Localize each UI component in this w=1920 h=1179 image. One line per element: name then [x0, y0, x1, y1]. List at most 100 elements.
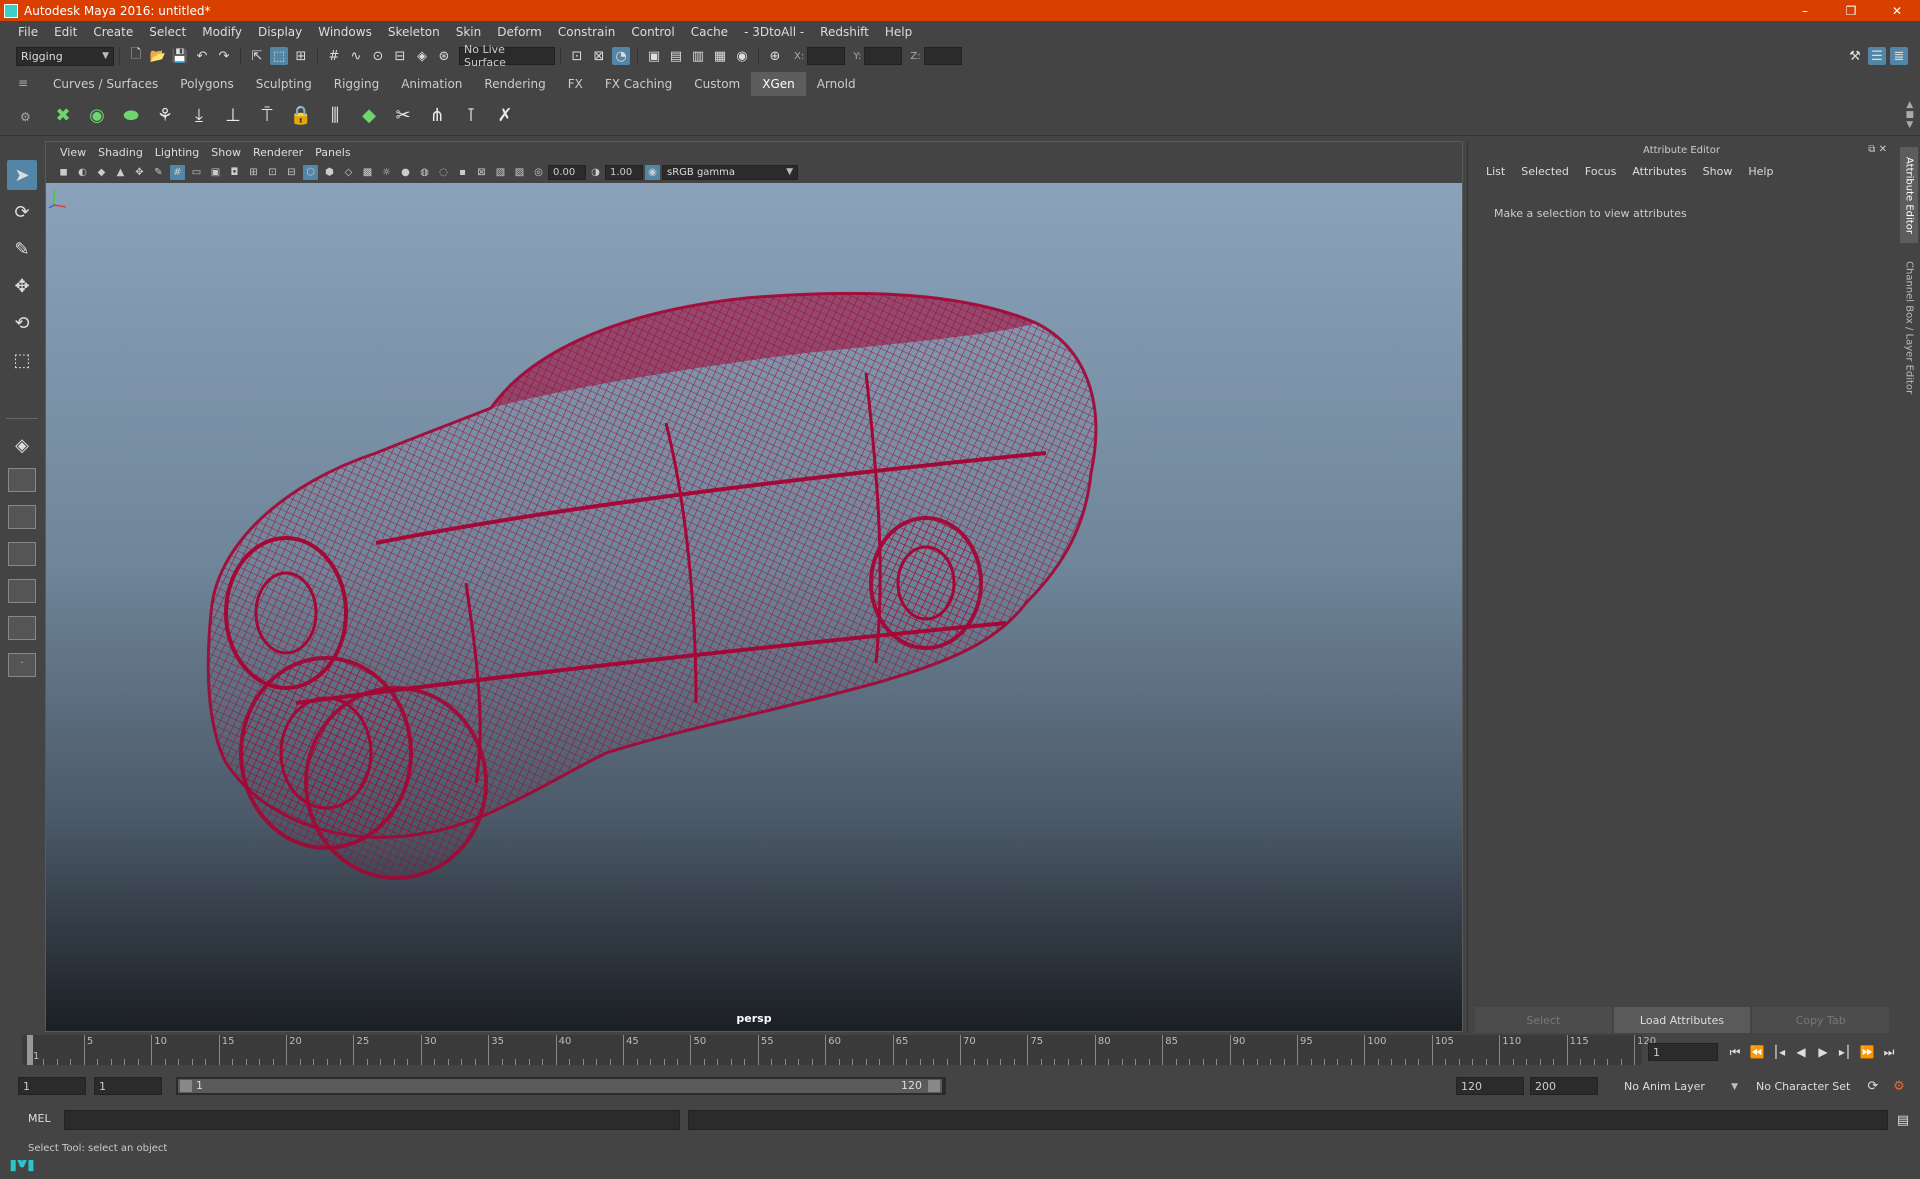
xgen-guide-plus-icon[interactable]: ⊥ — [218, 100, 248, 130]
paint-select-tool-icon[interactable]: ✎ — [7, 234, 37, 264]
current-time-indicator[interactable] — [27, 1035, 33, 1065]
anti-aliasing-icon[interactable]: ▪ — [455, 165, 470, 180]
viewport-menu-view[interactable]: View — [54, 146, 92, 159]
output-ops-icon[interactable]: ⊠ — [590, 47, 608, 65]
menu-windows[interactable]: Windows — [310, 25, 380, 39]
live-surface-field[interactable]: No Live Surface — [459, 43, 555, 69]
close-button[interactable]: ✕ — [1874, 0, 1920, 21]
isolate-select-icon[interactable]: ⊠ — [474, 165, 489, 180]
menu-3dtoall[interactable]: - 3DtoAll - — [736, 25, 812, 39]
xgen-sculpt-guide-icon[interactable]: ⍑ — [252, 100, 282, 130]
xgen-preview-icon[interactable]: ◉ — [82, 100, 112, 130]
grid-icon[interactable]: # — [170, 164, 185, 180]
menu-cache[interactable]: Cache — [683, 25, 736, 39]
xray-icon[interactable]: ▧ — [493, 165, 508, 180]
safe-action-icon[interactable]: ⊡ — [265, 165, 280, 180]
copy-tab-button[interactable]: Copy Tab — [1752, 1007, 1890, 1033]
ae-menu-focus[interactable]: Focus — [1577, 165, 1624, 178]
menu-control[interactable]: Control — [623, 25, 682, 39]
shelf-tab-sculpting[interactable]: Sculpting — [245, 72, 323, 96]
start-time-field[interactable]: 1 — [18, 1077, 86, 1095]
channel-box-toggle-icon[interactable]: ≣ — [1890, 47, 1908, 65]
character-set-dropdown[interactable]: No Character Set — [1752, 1077, 1868, 1096]
step-back-key-icon[interactable]: ⎮◂ — [1768, 1043, 1790, 1061]
save-scene-icon[interactable]: 💾 — [171, 47, 189, 65]
exposure-field[interactable]: 0.00 — [548, 164, 586, 180]
step-back-frame-icon[interactable]: ⏪ — [1746, 1043, 1768, 1061]
image-plane-icon[interactable]: ▲ — [113, 165, 128, 180]
load-attributes-button[interactable]: Load Attributes — [1613, 1007, 1751, 1033]
viewport-menu-renderer[interactable]: Renderer — [247, 146, 309, 159]
rotate-tool-icon[interactable]: ⟲ — [7, 308, 37, 338]
exposure-icon[interactable]: ◎ — [531, 165, 546, 180]
time-slider-track[interactable]: 1 5 10 15 20 25 30 35 40 45 50 55 60 65 70 75 80 85 90 95 10… — [22, 1035, 1656, 1065]
smooth-shade-icon[interactable]: ⬢ — [322, 165, 337, 180]
xgen-guide-comb-icon[interactable]: ⫼ — [320, 100, 350, 130]
snap-surface-icon[interactable]: ◈ — [413, 47, 431, 65]
restore-button[interactable]: ❐ — [1828, 0, 1874, 21]
step-forward-frame-icon[interactable]: ⏩ — [1856, 1043, 1878, 1061]
gate-mask-icon[interactable]: ◘ — [227, 165, 242, 180]
select-by-component-icon[interactable]: ⊞ — [292, 47, 310, 65]
xgen-delete-icon[interactable]: ✗ — [490, 100, 520, 130]
menu-deform[interactable]: Deform — [489, 25, 550, 39]
layout-four-view-icon[interactable] — [8, 468, 36, 492]
undo-icon[interactable]: ↶ — [193, 47, 211, 65]
wireframe-icon[interactable]: ⬡ — [303, 164, 318, 180]
script-editor-icon[interactable]: ▤ — [1894, 1111, 1912, 1129]
range-start-handle[interactable] — [180, 1080, 192, 1092]
construction-history-icon[interactable]: ◔ — [612, 47, 630, 65]
menu-skin[interactable]: Skin — [448, 25, 490, 39]
snap-point-icon[interactable]: ⊙ — [369, 47, 387, 65]
viewport-menu-shading[interactable]: Shading — [92, 146, 149, 159]
ae-menu-attributes[interactable]: Attributes — [1624, 165, 1694, 178]
modeling-toolkit-icon[interactable]: ⚒ — [1846, 47, 1864, 65]
absolute-transform-icon[interactable]: ⊕ — [766, 47, 784, 65]
end-time-field[interactable]: 200 — [1530, 1077, 1598, 1095]
camera-attributes-icon[interactable]: ◐ — [75, 165, 90, 180]
textured-icon[interactable]: ▩ — [360, 165, 375, 180]
shelf-tab-rendering[interactable]: Rendering — [473, 72, 556, 96]
snap-grid-icon[interactable]: # — [325, 47, 343, 65]
viewport-menu-show[interactable]: Show — [205, 146, 247, 159]
color-management-icon[interactable]: ◉ — [645, 164, 660, 180]
ae-menu-selected[interactable]: Selected — [1513, 165, 1577, 178]
snap-curve-icon[interactable]: ∿ — [347, 47, 365, 65]
xgen-grow-icon[interactable]: ⋔ — [422, 100, 452, 130]
shelf-tab-xgen[interactable]: XGen — [751, 72, 806, 96]
menu-file[interactable]: File — [10, 25, 46, 39]
shelf-tab-polygons[interactable]: Polygons — [169, 72, 244, 96]
range-end-handle[interactable] — [928, 1080, 940, 1092]
menu-modify[interactable]: Modify — [194, 25, 250, 39]
anim-layer-dropdown[interactable]: No Anim Layer ▼ — [1620, 1077, 1742, 1096]
range-slider-bar[interactable]: 1 120 — [176, 1077, 946, 1095]
ae-menu-list[interactable]: List — [1478, 165, 1513, 178]
shelf-tab-rigging[interactable]: Rigging — [323, 72, 390, 96]
play-forwards-icon[interactable]: ▶ — [1812, 1043, 1834, 1061]
xgen-lock-guide-icon[interactable]: 🔒 — [286, 100, 316, 130]
xgen-place-guides-icon[interactable]: ⚘ — [150, 100, 180, 130]
render-current-frame-icon[interactable]: ▤ — [667, 47, 685, 65]
menu-create[interactable]: Create — [85, 25, 141, 39]
xgen-description-icon[interactable]: ⬬ — [116, 100, 146, 130]
viewport-menu-panels[interactable]: Panels — [309, 146, 356, 159]
layout-outliner-icon[interactable] — [8, 579, 36, 603]
render-settings-icon[interactable]: ▦ — [711, 47, 729, 65]
playback-end-field[interactable]: 120 — [1456, 1077, 1524, 1095]
shelf-tab-curves-surfaces[interactable]: Curves / Surfaces — [42, 72, 169, 96]
two-d-pan-icon[interactable]: ✥ — [132, 165, 147, 180]
shelf-tab-fx[interactable]: FX — [557, 72, 594, 96]
attribute-editor-toggle-icon[interactable]: ☰ — [1868, 47, 1886, 65]
select-camera-icon[interactable]: ◼ — [56, 165, 71, 180]
xgen-editor-icon[interactable]: ✖ — [48, 100, 78, 130]
safe-title-icon[interactable]: ⊟ — [284, 165, 299, 180]
shelf-tab-fx-caching[interactable]: FX Caching — [594, 72, 683, 96]
play-backwards-icon[interactable]: ◀ — [1790, 1043, 1812, 1061]
film-gate-icon[interactable]: ▭ — [189, 165, 204, 180]
viewport-canvas[interactable]: persp — [46, 183, 1462, 1031]
close-panel-icon[interactable]: ✕ — [1879, 144, 1887, 155]
resolution-gate-icon[interactable]: ▣ — [208, 165, 223, 180]
wireframe-on-shaded-icon[interactable]: ◇ — [341, 165, 356, 180]
layout-more-icon[interactable]: · — [7, 648, 37, 678]
render-view-icon[interactable]: ▣ — [645, 47, 663, 65]
